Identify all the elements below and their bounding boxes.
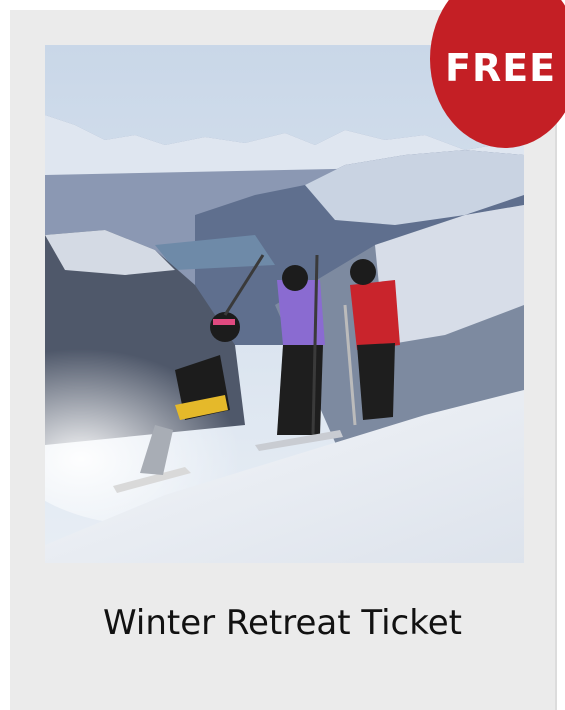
product-title[interactable]: Winter Retreat Ticket bbox=[0, 603, 565, 643]
badge-label: FREE bbox=[445, 46, 557, 90]
free-badge: FREE bbox=[430, 0, 565, 148]
